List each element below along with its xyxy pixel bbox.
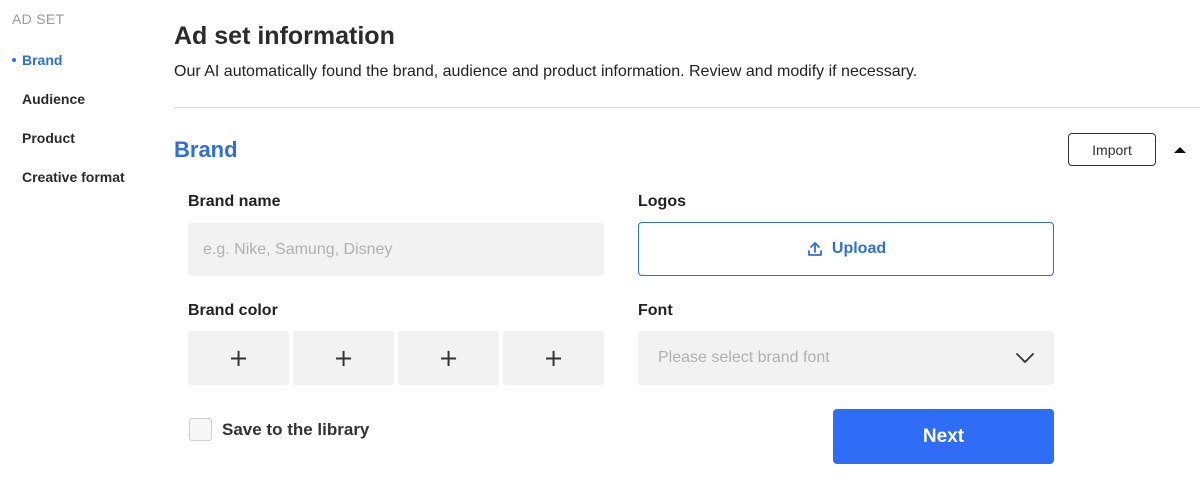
plus-icon: + xyxy=(333,344,354,372)
page-title: Ad set information xyxy=(174,22,395,50)
sidebar-item-label: Brand xyxy=(22,52,63,68)
brand-name-label: Brand name xyxy=(188,193,281,210)
main-content: Ad set information Our AI automatically … xyxy=(174,0,1200,488)
font-select-placeholder: Please select brand font xyxy=(658,349,830,366)
chevron-down-icon xyxy=(1016,353,1034,363)
brand-color-swatch-2[interactable]: + xyxy=(293,331,394,385)
upload-logo-button[interactable]: Upload xyxy=(638,222,1054,276)
sidebar: AD SET Brand Audience Product Creative f… xyxy=(0,0,160,488)
sidebar-item-creative-format[interactable]: Creative format xyxy=(22,169,125,185)
sidebar-item-label: Creative format xyxy=(22,169,125,185)
brand-color-swatch-3[interactable]: + xyxy=(398,331,499,385)
sidebar-item-brand[interactable]: Brand xyxy=(12,52,63,68)
sidebar-item-product[interactable]: Product xyxy=(22,130,75,146)
plus-icon: + xyxy=(543,344,564,372)
sidebar-header: AD SET xyxy=(12,11,65,27)
next-button[interactable]: Next xyxy=(833,409,1054,464)
upload-label: Upload xyxy=(831,240,887,257)
page-subtitle: Our AI automatically found the brand, au… xyxy=(174,63,918,80)
plus-icon: + xyxy=(438,344,459,372)
sidebar-item-label: Product xyxy=(22,130,75,146)
header-divider xyxy=(174,107,1200,108)
font-select[interactable]: Please select brand font xyxy=(638,331,1054,385)
brand-color-label: Brand color xyxy=(188,302,278,319)
import-button[interactable]: Import xyxy=(1068,133,1156,166)
logos-label: Logos xyxy=(638,193,686,210)
brand-color-swatch-1[interactable]: + xyxy=(188,331,289,385)
save-to-library-label[interactable]: Save to the library xyxy=(222,420,369,440)
sidebar-item-label: Audience xyxy=(22,91,86,107)
brand-name-input[interactable] xyxy=(188,223,604,276)
brand-color-swatch-4[interactable]: + xyxy=(503,331,604,385)
upload-icon xyxy=(807,242,822,256)
font-label: Font xyxy=(638,302,673,319)
section-title-brand: Brand xyxy=(174,137,238,162)
save-to-library-checkbox[interactable] xyxy=(189,418,212,441)
caret-up-icon[interactable] xyxy=(1173,144,1187,156)
plus-icon: + xyxy=(228,344,249,372)
sidebar-item-audience[interactable]: Audience xyxy=(22,91,85,107)
active-indicator-dot xyxy=(12,58,16,62)
